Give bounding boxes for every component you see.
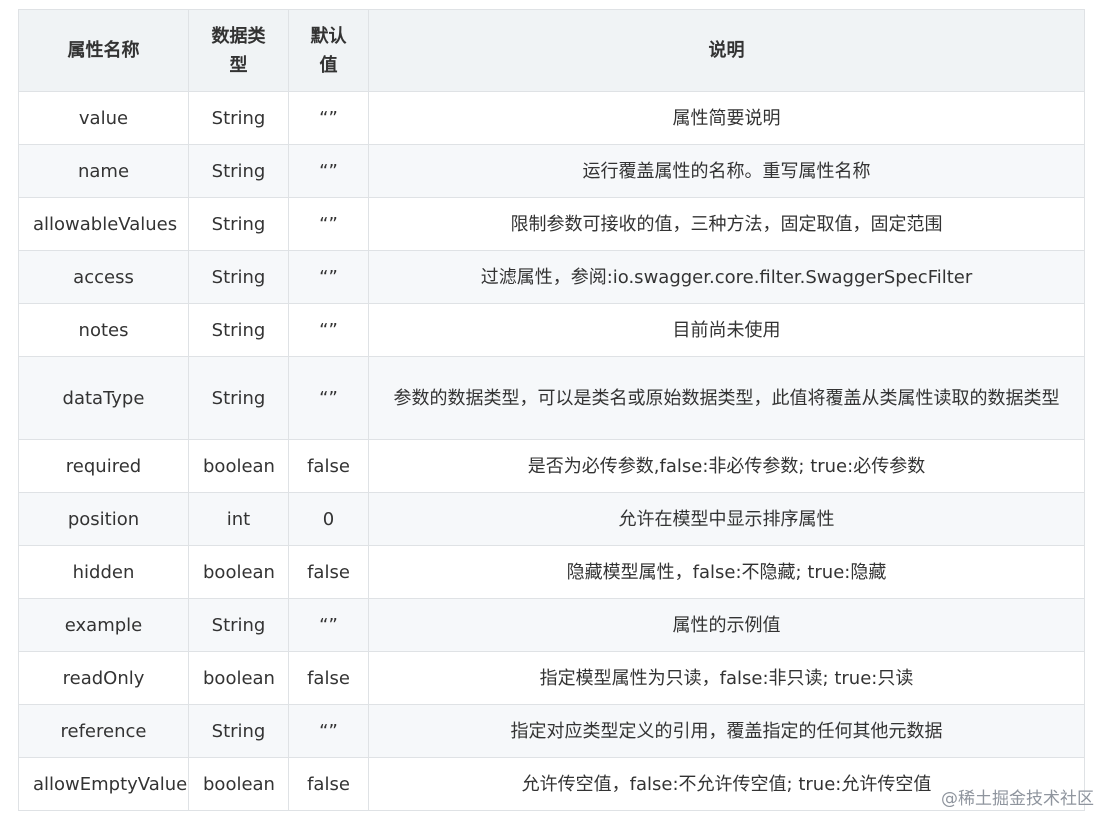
cell-type: String [188, 197, 289, 251]
header-default-value: 默认值 [288, 9, 369, 92]
cell-description: 隐藏模型属性，false:不隐藏; true:隐藏 [368, 545, 1085, 599]
properties-table: 属性名称 数据类型 默认值 说明 value String “” 属性简要说明 … [18, 9, 1085, 811]
cell-default: “” [288, 144, 369, 198]
table-header-row: 属性名称 数据类型 默认值 说明 [18, 9, 1085, 92]
cell-name: value [18, 91, 189, 145]
cell-default: “” [288, 91, 369, 145]
cell-name: hidden [18, 545, 189, 599]
cell-type: boolean [188, 439, 289, 493]
table-row: allowEmptyValue boolean false 允许传空值，fals… [18, 757, 1085, 811]
cell-name: access [18, 250, 189, 304]
cell-description: 限制参数可接收的值，三种方法，固定取值，固定范围 [368, 197, 1085, 251]
cell-default: “” [288, 598, 369, 652]
cell-description: 过滤属性，参阅:io.swagger.core.filter.SwaggerSp… [368, 250, 1085, 304]
table-row: access String “” 过滤属性，参阅:io.swagger.core… [18, 250, 1085, 304]
cell-default: “” [288, 250, 369, 304]
cell-default: “” [288, 704, 369, 758]
cell-type: String [188, 356, 289, 440]
cell-type: String [188, 144, 289, 198]
cell-default: false [288, 651, 369, 705]
cell-description: 参数的数据类型，可以是类名或原始数据类型，此值将覆盖从类属性读取的数据类型 [368, 356, 1085, 440]
cell-description: 属性的示例值 [368, 598, 1085, 652]
cell-description: 属性简要说明 [368, 91, 1085, 145]
table-row: position int 0 允许在模型中显示排序属性 [18, 492, 1085, 546]
cell-name: dataType [18, 356, 189, 440]
table-row: example String “” 属性的示例值 [18, 598, 1085, 652]
table-row: name String “” 运行覆盖属性的名称。重写属性名称 [18, 144, 1085, 198]
cell-name: required [18, 439, 189, 493]
cell-type: String [188, 704, 289, 758]
cell-default: false [288, 757, 369, 811]
cell-description: 是否为必传参数,false:非必传参数; true:必传参数 [368, 439, 1085, 493]
cell-type: boolean [188, 757, 289, 811]
cell-default: 0 [288, 492, 369, 546]
cell-type: String [188, 91, 289, 145]
cell-description: 运行覆盖属性的名称。重写属性名称 [368, 144, 1085, 198]
cell-name: position [18, 492, 189, 546]
cell-description: 指定模型属性为只读，false:非只读; true:只读 [368, 651, 1085, 705]
cell-description: 目前尚未使用 [368, 303, 1085, 357]
table-row: allowableValues String “” 限制参数可接收的值，三种方法… [18, 197, 1085, 251]
cell-name: allowEmptyValue [18, 757, 189, 811]
table-row: reference String “” 指定对应类型定义的引用，覆盖指定的任何其… [18, 704, 1085, 758]
cell-name: example [18, 598, 189, 652]
cell-type: String [188, 303, 289, 357]
cell-name: readOnly [18, 651, 189, 705]
table-row: dataType String “” 参数的数据类型，可以是类名或原始数据类型，… [18, 356, 1085, 440]
cell-name: allowableValues [18, 197, 189, 251]
cell-type: String [188, 250, 289, 304]
cell-name: name [18, 144, 189, 198]
table-row: required boolean false 是否为必传参数,false:非必传… [18, 439, 1085, 493]
table-row: value String “” 属性简要说明 [18, 91, 1085, 145]
cell-default: “” [288, 197, 369, 251]
cell-type: boolean [188, 545, 289, 599]
table-row: readOnly boolean false 指定模型属性为只读，false:非… [18, 651, 1085, 705]
cell-type: int [188, 492, 289, 546]
cell-default: “” [288, 356, 369, 440]
header-data-type: 数据类型 [188, 9, 289, 92]
cell-default: false [288, 545, 369, 599]
cell-type: String [188, 598, 289, 652]
cell-name: reference [18, 704, 189, 758]
cell-description: 允许在模型中显示排序属性 [368, 492, 1085, 546]
header-property-name: 属性名称 [18, 9, 189, 92]
cell-default: false [288, 439, 369, 493]
cell-type: boolean [188, 651, 289, 705]
table-row: notes String “” 目前尚未使用 [18, 303, 1085, 357]
table-row: hidden boolean false 隐藏模型属性，false:不隐藏; t… [18, 545, 1085, 599]
header-description: 说明 [368, 9, 1085, 92]
watermark: @稀土掘金技术社区 [941, 789, 1094, 809]
cell-description: 指定对应类型定义的引用，覆盖指定的任何其他元数据 [368, 704, 1085, 758]
cell-default: “” [288, 303, 369, 357]
cell-name: notes [18, 303, 189, 357]
